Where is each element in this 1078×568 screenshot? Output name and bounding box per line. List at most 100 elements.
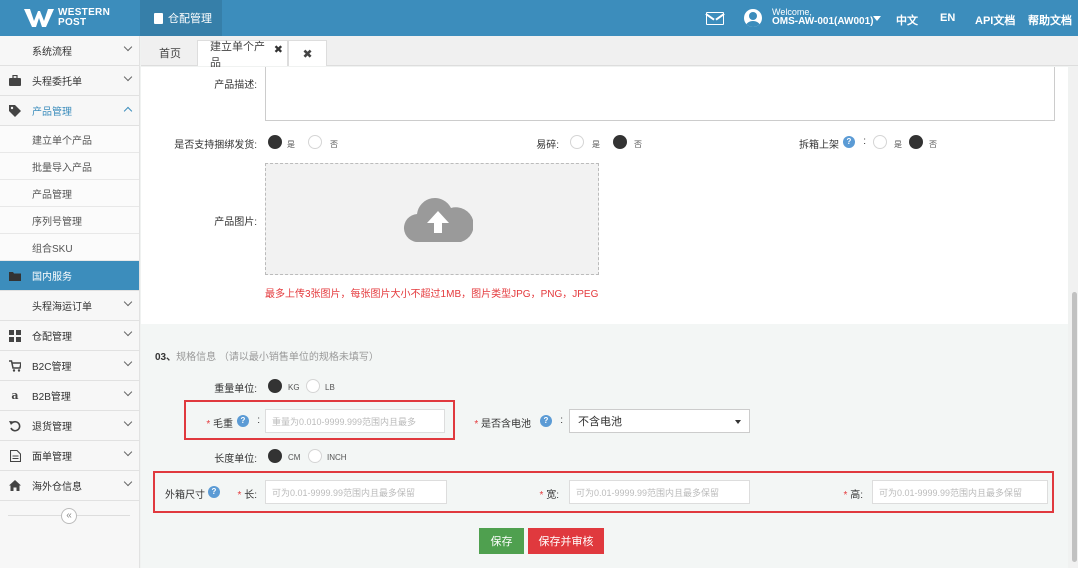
unbox-yes-radio[interactable] — [873, 135, 887, 149]
battery-select[interactable]: 不含电池 — [569, 409, 750, 433]
chevron-down-icon — [123, 42, 133, 52]
weight-unit-lb-radio[interactable] — [306, 379, 320, 393]
height-label: * 高: — [843, 490, 863, 501]
tag-icon — [9, 104, 21, 117]
logo-text: WESTERN POST — [58, 7, 111, 28]
user-avatar-icon[interactable] — [744, 9, 762, 27]
lang-en-link[interactable]: EN — [940, 12, 955, 24]
sidebar-item-sea-order[interactable]: 头程海运订单 — [0, 291, 139, 321]
help-icon[interactable]: ? — [843, 136, 855, 148]
help-icon[interactable]: ? — [237, 415, 249, 427]
width-label: * 宽: — [539, 490, 559, 501]
logo-mark-icon — [24, 9, 54, 27]
caret-down-icon[interactable] — [873, 16, 881, 21]
unbox-label: 拆箱上架 — [799, 140, 839, 151]
sidebar-item-b2b[interactable]: a B2B管理 — [0, 381, 139, 411]
save-audit-button[interactable]: 保存并审核 — [528, 528, 604, 554]
chevron-down-icon — [123, 417, 133, 427]
width-input[interactable]: 可为0.01-9999.99范围内且最多保留 — [569, 480, 750, 504]
folder-icon — [9, 270, 21, 282]
unbox-no-radio[interactable] — [909, 135, 923, 149]
sidebar-item-overseas-warehouse[interactable]: 海外仓信息 — [0, 471, 139, 501]
fragile-no-radio[interactable] — [613, 135, 627, 149]
cart-icon — [9, 359, 21, 372]
tab-create-product[interactable]: 建立单个产品 ✖ — [197, 40, 288, 69]
document-icon — [154, 12, 163, 24]
fragile-yes-radio[interactable] — [570, 135, 584, 149]
sidebar-item-first-leg[interactable]: 头程委托单 — [0, 66, 139, 96]
scrollbar-thumb[interactable] — [1072, 292, 1077, 562]
help-docs-link[interactable]: 帮助文档 — [1028, 12, 1072, 28]
close-all-tabs-icon[interactable]: ✖ — [288, 40, 327, 66]
account-name: OMS-AW-001(AW001) — [772, 16, 874, 27]
chevron-up-icon — [123, 106, 133, 116]
save-button[interactable]: 保存 — [479, 528, 524, 554]
sidebar-item-system-flow[interactable]: 系统流程 — [0, 36, 139, 66]
document-icon — [9, 449, 21, 462]
sidebar-item-product[interactable]: 产品管理 — [0, 96, 139, 126]
fragile-label: 易碎: — [536, 140, 559, 151]
height-input[interactable]: 可为0.01-9999.99范围内且最多保留 — [872, 480, 1048, 504]
upload-note: 最多上传3张图片，每张图片大小不超过1MB，图片类型JPG，PNG，JPEG — [265, 289, 599, 300]
collapse-sidebar-icon[interactable]: « — [61, 508, 77, 524]
chevron-down-icon — [123, 297, 133, 307]
api-docs-link[interactable]: API文档 — [975, 12, 1015, 28]
lang-zh-link[interactable]: 中文 — [896, 12, 918, 28]
product-desc-textarea[interactable] — [265, 67, 1055, 121]
sidebar-subitem-combo-sku[interactable]: 组合SKU — [0, 234, 139, 261]
mail-icon[interactable] — [706, 12, 724, 25]
image-upload-area[interactable] — [265, 163, 599, 275]
home-icon — [9, 480, 21, 492]
length-unit-label: 长度单位: — [214, 454, 257, 465]
weight-unit-kg-radio[interactable] — [268, 379, 282, 393]
sidebar-subitem-serial-manage[interactable]: 序列号管理 — [0, 207, 139, 234]
briefcase-icon — [9, 75, 21, 87]
close-tab-icon[interactable]: ✖ — [274, 43, 283, 56]
spec-section: 03、规格信息 （请以最小销售单位的规格未填写） 重量单位: KG LB * 毛… — [141, 324, 1068, 568]
sidebar-item-labels[interactable]: 面单管理 — [0, 441, 139, 471]
sidebar-item-warehouse[interactable]: 仓配管理 — [0, 321, 139, 351]
chevron-down-icon — [123, 72, 133, 82]
main-content: 产品描述: 是否支持捆绑发货: 是 否 易碎: 是 否 拆箱上架 ? : 是 否… — [141, 67, 1068, 568]
gross-weight-input[interactable]: 重量为0.010-9999.999范围内且最多 — [265, 409, 445, 433]
weight-unit-label: 重量单位: — [214, 384, 257, 395]
length-label: * 长: — [237, 490, 257, 501]
grid-icon — [9, 329, 21, 342]
chevron-down-icon — [123, 447, 133, 457]
return-icon — [9, 420, 21, 432]
module-tab-warehouse[interactable]: 仓配管理 — [140, 0, 222, 36]
help-icon[interactable]: ? — [540, 415, 552, 427]
gross-weight-label: * 毛重 — [206, 419, 233, 430]
sidebar-item-returns[interactable]: 退货管理 — [0, 411, 139, 441]
logo[interactable]: WESTERN POST — [0, 0, 140, 36]
sidebar-item-b2c[interactable]: B2C管理 — [0, 351, 139, 381]
bundle-yes-radio[interactable] — [268, 135, 282, 149]
chevron-down-icon — [123, 387, 133, 397]
sidebar-item-domestic-service[interactable]: 国内服务 — [0, 261, 139, 291]
outer-box-label: 外箱尺寸 — [165, 490, 205, 501]
length-input[interactable]: 可为0.01-9999.99范围内且最多保留 — [265, 480, 447, 504]
chevron-down-icon — [123, 327, 133, 337]
chevron-down-icon — [123, 357, 133, 367]
help-icon[interactable]: ? — [208, 486, 220, 498]
user-menu[interactable]: Welcome, OMS-AW-001(AW001) — [772, 7, 873, 27]
sidebar-subitem-product-manage[interactable]: 产品管理 — [0, 180, 139, 207]
bundle-label: 是否支持捆绑发货: — [174, 140, 257, 151]
spec-section-title: 03、规格信息 （请以最小销售单位的规格未填写） — [155, 352, 379, 363]
battery-label: * 是否含电池 — [474, 419, 531, 430]
tab-bar: 首页 建立单个产品 ✖ ✖ — [141, 36, 1078, 69]
product-image-label: 产品图片: — [214, 217, 257, 228]
tab-home[interactable]: 首页 — [145, 40, 195, 66]
chevron-down-icon — [123, 477, 133, 487]
bundle-no-radio[interactable] — [308, 135, 322, 149]
cloud-upload-icon — [403, 198, 473, 242]
product-desc-label: 产品描述: — [214, 80, 257, 91]
length-unit-cm-radio[interactable] — [268, 449, 282, 463]
amazon-icon: a — [11, 389, 19, 402]
sidebar-subitem-bulk-import[interactable]: 批量导入产品 — [0, 153, 139, 180]
sidebar-subitem-create-product[interactable]: 建立单个产品 — [0, 126, 139, 153]
sidebar: 系统流程 头程委托单 产品管理 建立单个产品 批量导入产品 产品管理 序列号管理… — [0, 36, 140, 568]
caret-down-icon — [735, 420, 741, 424]
length-unit-inch-radio[interactable] — [308, 449, 322, 463]
top-bar: WESTERN POST 仓配管理 Welcome, OMS-AW-001(AW… — [0, 0, 1078, 36]
